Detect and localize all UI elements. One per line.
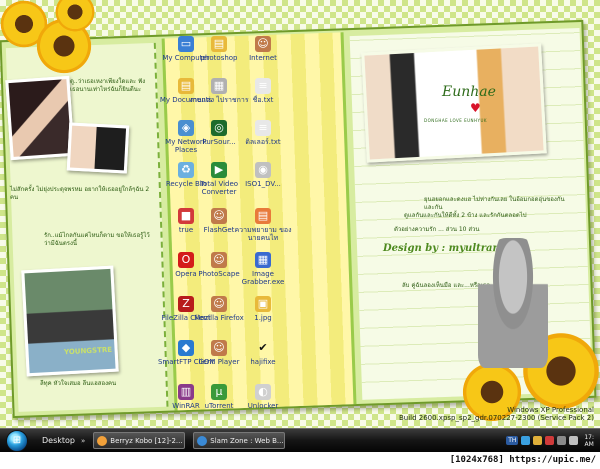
photo-image: [69, 125, 127, 171]
left-caption-3: รัก..แม้ไกลกันแค่ไหนก็ตาม ขอให้เธอรู้ไว้…: [44, 232, 150, 247]
right-text-2: ดูแลกันและกันให้ดีทั้ง 2 ข้าง และรักกันต…: [404, 212, 527, 219]
utorrent-icon: µ: [211, 384, 227, 400]
internet-shortcut[interactable]: ☺ Internet: [232, 36, 294, 62]
photoscape-icon: ☺: [211, 252, 227, 268]
taskbar: ⊞ Desktop » Berryz Kobo [12]-2... Slam Z…: [0, 428, 600, 452]
text-file-icon: ≡: [255, 78, 271, 94]
resolution-caption: [1024x768] https://upic.me/: [449, 455, 596, 465]
photo-image: [24, 268, 116, 374]
task-label: Slam Zone : Web B...: [210, 436, 284, 445]
total-video-converter-icon: ▶: [211, 162, 227, 178]
wallpaper-script-title: Eunhae: [442, 84, 496, 100]
clock[interactable]: 17: AM: [584, 434, 594, 448]
thai-folder-icon: ▦: [211, 78, 227, 94]
flashget-icon: ☺: [211, 208, 227, 224]
text-file-2-shortcut[interactable]: ≡ ดิลเลอร์.txt: [232, 120, 294, 146]
desktop-wallpaper: YOUNGSTRE ดู..ว่าเธอเหงาเพียงใดและ ฟังเธ…: [0, 0, 600, 428]
hajifixe-icon: ✔: [258, 341, 268, 354]
image-grabber-icon: ▦: [255, 252, 271, 268]
jpg-file-shortcut[interactable]: ▣ 1.jpg: [232, 296, 294, 322]
browser-icon: [97, 435, 108, 446]
language-icon[interactable]: TH: [506, 436, 519, 445]
tray-app-icon-4[interactable]: [557, 436, 567, 445]
desktop-toolbar-label[interactable]: Desktop: [42, 436, 75, 445]
tray-app-icon-3[interactable]: [545, 436, 555, 445]
tray-app-icon-2[interactable]: [533, 436, 543, 445]
icon-label: 1.jpg: [254, 314, 272, 322]
mozilla-firefox-icon: ☺: [211, 296, 227, 312]
left-caption-1: ดู..ว่าเธอเหงาเพียงใดและ ฟังเธอนานเท่าไห…: [70, 78, 146, 93]
icon-label: ชื่อ.txt: [252, 96, 274, 104]
iso-file-shortcut[interactable]: ◉ ISO1_DV...: [232, 162, 294, 188]
wallpaper-photo-middle: [66, 122, 130, 174]
clock-period: AM: [584, 440, 594, 448]
sunflower-decoration: [55, 0, 95, 32]
right-text-1: ยุนฮยอกและดงแฮ ไม่ห่างกันเลย ในอ้อมกอดอุ…: [424, 196, 565, 211]
photo-image: [8, 79, 72, 157]
wallpaper-photo-couple: [361, 43, 547, 163]
right-text-3: ตัวอย่างความรัก ... ส่วน 10 ส่วน: [394, 226, 480, 233]
system-tray: TH 17: AM: [506, 434, 600, 448]
text-file-shortcut[interactable]: ≡ ชื่อ.txt: [232, 78, 294, 104]
icon-label: ความพยายาม ของนายคนไท: [234, 226, 292, 242]
internet-icon: ☺: [255, 36, 271, 52]
icon-label: Internet: [249, 54, 277, 62]
icon-label: ISO1_DV...: [245, 180, 281, 188]
hajifixe-shortcut[interactable]: ✔ hajifixe: [232, 340, 294, 366]
os-build: Build 2600.xpsp_sp2_gdr.070227-2300 (Ser…: [398, 414, 594, 422]
text-file-2-icon: ≡: [255, 120, 271, 136]
task-button-slam-zone[interactable]: Slam Zone : Web B...: [193, 432, 286, 449]
wallpaper-subtitle: DONGHAE LOVE EUNHYUK: [424, 118, 488, 123]
icon-label: Image Grabber.exe: [241, 270, 285, 286]
heart-icon: ♥: [470, 101, 481, 115]
photo-image: [364, 46, 544, 160]
image-grabber-shortcut[interactable]: ▦ Image Grabber.exe: [232, 252, 294, 286]
unlocker-shortcut[interactable]: ◐ Unlocker: [232, 384, 294, 410]
volume-icon[interactable]: [569, 436, 579, 445]
photoshop-icon: ▤: [211, 36, 227, 52]
icon-label: Unlocker: [247, 402, 279, 410]
image-caption-strip: [1024x768] https://upic.me/: [0, 452, 600, 469]
wallpaper-photo-bottom: [21, 265, 119, 377]
iso-file-icon: ◉: [255, 162, 271, 178]
thai-doc-icon: ▤: [255, 208, 271, 224]
jpg-file-icon: ▣: [255, 296, 271, 312]
pursour-icon: ◎: [211, 120, 227, 136]
gom-player-icon: ☺: [211, 340, 227, 356]
wallpaper-photo-top: [5, 75, 75, 161]
left-caption-2: ไม่สักครั้ง ไม่ยุ่งประดุจพรหม อยากให้เธอ…: [10, 186, 150, 201]
chevron-right-icon[interactable]: »: [81, 437, 85, 445]
os-version-watermark: Windows XP Professional Build 2600.xpsp_…: [399, 406, 594, 422]
unlocker-icon: ◐: [255, 384, 271, 400]
icon-label: ดิลเลอร์.txt: [245, 138, 281, 146]
browser-icon: [197, 435, 208, 446]
start-button[interactable]: ⊞: [6, 429, 28, 452]
left-caption-4: ลีทุค หัวใจเสมอ ลีนแฮสองคน: [40, 380, 117, 387]
os-name: Windows XP Professional: [507, 406, 594, 414]
icon-label: hajifixe: [250, 358, 276, 366]
tray-icons: TH: [506, 436, 579, 445]
tray-app-icon-1[interactable]: [521, 436, 531, 445]
task-button-berryz[interactable]: Berryz Kobo [12]-2...: [93, 432, 186, 449]
task-label: Berryz Kobo [12]-2...: [110, 436, 183, 445]
thai-doc-shortcut[interactable]: ▤ ความพยายาม ของนายคนไท: [232, 208, 294, 242]
hoodie-figure: [478, 238, 548, 368]
clock-time: 17:: [584, 433, 594, 441]
